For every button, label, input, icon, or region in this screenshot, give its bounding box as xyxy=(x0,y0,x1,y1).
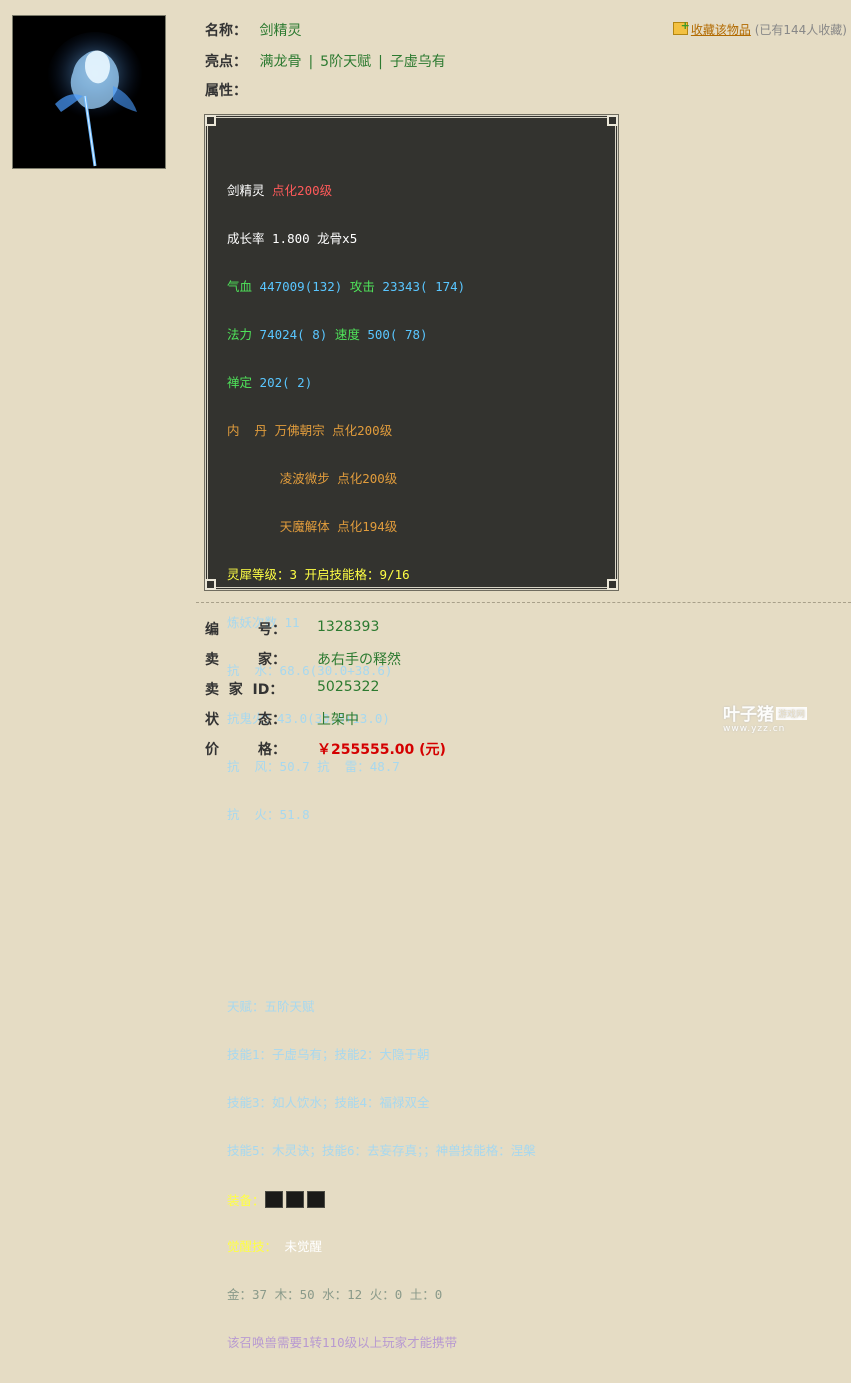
highlight-tag: 满龙骨 xyxy=(259,54,302,70)
highlight-label: 亮点： xyxy=(205,54,247,70)
detail-label: 卖 家 ID： xyxy=(205,682,284,698)
atk-value: 23343( 174) xyxy=(382,279,466,294)
favorite-link[interactable]: 收藏该物品 xyxy=(691,23,751,37)
favorite-area: 收藏该物品 (已有144人收藏) xyxy=(672,19,847,38)
neidan-item: 天魔解体 点化194级 xyxy=(279,519,398,534)
favorite-folder-icon[interactable] xyxy=(672,19,690,35)
hp-label: 气血 xyxy=(227,279,253,294)
detail-value: 5025322 xyxy=(317,679,380,695)
highlight-tag: 5阶天赋 xyxy=(320,54,372,70)
item-name-row: 名称： 剑精灵 xyxy=(205,20,301,40)
detail-row-id: 编 号： 1328393 xyxy=(205,619,379,639)
watermark-logo: 叶子猪 xyxy=(722,705,774,725)
neidan-item: 凌波微步 点化200级 xyxy=(279,471,398,486)
zen-value: 202( 2) xyxy=(259,375,313,390)
talent: 天赋：五阶天赋 xyxy=(227,999,315,1014)
pet-image xyxy=(12,15,166,169)
watermark-url: www.yzz.cn xyxy=(722,724,786,734)
spd-value: 500( 78) xyxy=(367,327,428,342)
detail-value: 1328393 xyxy=(317,619,380,635)
frame-corner xyxy=(205,579,216,590)
tooltip-pet-name: 剑精灵 xyxy=(227,183,265,198)
pet-tooltip: 剑精灵 点化200级 成长率 1.800 龙骨x5 气血 447009(132)… xyxy=(204,114,619,1350)
spd-label: 速度 xyxy=(334,327,360,342)
skills-line: 技能5：木灵诀；技能6：去妄存真；；神兽技能格：涅槃 xyxy=(227,1143,536,1158)
neidan-label: 内 丹 xyxy=(227,423,268,438)
tooltip-name-tag: 点化200级 xyxy=(272,183,333,198)
neidan-item: 万佛朝宗 点化200级 xyxy=(274,423,393,438)
detail-row-seller: 卖 家： あ右手の释然 xyxy=(205,649,401,669)
atk-label: 攻击 xyxy=(349,279,375,294)
resist-fire: 抗 火：51.8 xyxy=(227,807,310,822)
detail-value: 上架中 xyxy=(317,712,359,728)
item-name: 剑精灵 xyxy=(259,23,302,39)
hp-value: 447009(132) xyxy=(259,279,343,294)
awaken-label: 觉醒技： xyxy=(227,1239,278,1254)
detail-label: 卖 家： xyxy=(205,652,286,668)
detail-row-seller-id: 卖 家 ID： 5025322 xyxy=(205,679,379,699)
detail-label: 编 号： xyxy=(205,622,286,638)
highlight-tag: 子虚乌有 xyxy=(389,54,446,70)
awaken-value: 未觉醒 xyxy=(284,1239,323,1254)
skills-line: 技能1：子虚乌有；技能2：大隐于朝 xyxy=(227,1047,430,1062)
elements: 金：37 木：50 水：12 火：0 土：0 xyxy=(227,1287,443,1302)
price-value: ￥255555.00 (元) xyxy=(317,742,446,758)
highlight-separator: | xyxy=(378,54,383,70)
mp-label: 法力 xyxy=(227,327,253,342)
resist-wind-thunder: 抗 风：50.7 抗 雷：48.7 xyxy=(227,759,400,774)
requirement: 该召唤兽需要1转110级以上玩家才能携带 xyxy=(227,1335,458,1350)
frame-corner xyxy=(607,115,618,126)
tooltip-growth: 成长率 1.800 龙骨x5 xyxy=(227,231,358,246)
favorite-count: (已有144人收藏) xyxy=(754,23,847,37)
attributes-label: 属性： xyxy=(205,83,247,99)
highlights-row: 亮点： 满龙骨 | 5阶天赋 | 子虚乌有 xyxy=(205,51,446,71)
equip-label: 装备： xyxy=(227,1193,265,1208)
detail-value: あ右手の释然 xyxy=(317,652,401,668)
mp-value: 74024( 8) xyxy=(259,327,328,342)
watermark-tag: 游戏网 xyxy=(775,707,807,720)
equip-slot[interactable] xyxy=(264,1191,283,1208)
highlight-separator: | xyxy=(308,54,314,70)
detail-row-status: 状 态： 上架中 xyxy=(205,709,359,729)
frame-corner xyxy=(205,115,216,126)
zen-label: 禅定 xyxy=(227,375,253,390)
section-divider xyxy=(196,602,851,603)
equip-slot[interactable] xyxy=(306,1191,325,1208)
name-label: 名称： xyxy=(205,23,247,39)
site-watermark: 叶子猪 游戏网 www.yzz.cn xyxy=(723,700,807,734)
spirit-level: 灵犀等级：3 开启技能格：9/16 xyxy=(227,567,410,582)
detail-label: 状 态： xyxy=(205,712,286,728)
tooltip-content: 剑精灵 点化200级 成长率 1.800 龙骨x5 气血 447009(132)… xyxy=(227,151,609,1383)
equip-slot[interactable] xyxy=(285,1191,304,1208)
detail-row-price: 价 格： ￥255555.00 (元) xyxy=(205,739,446,759)
skills-line: 技能3：如人饮水；技能4：福禄双全 xyxy=(227,1095,430,1110)
detail-label: 价 格： xyxy=(205,742,286,758)
attributes-row: 属性： xyxy=(205,80,247,100)
